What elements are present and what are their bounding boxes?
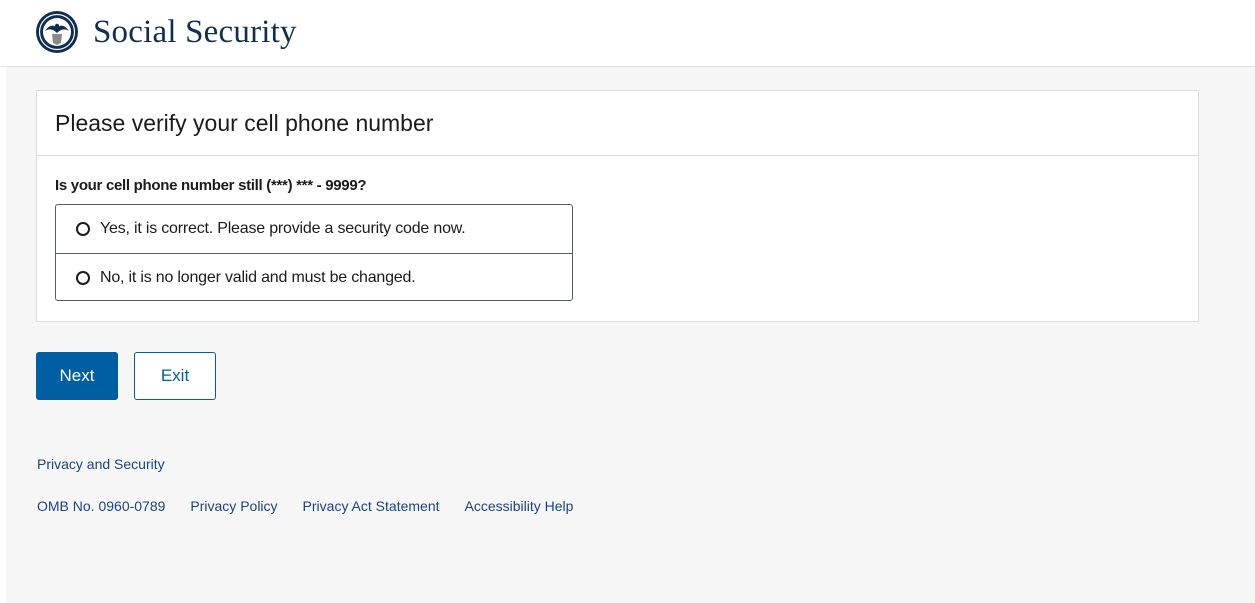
card-header: Please verify your cell phone number [37,91,1198,156]
privacy-policy-link[interactable]: Privacy Policy [190,498,277,514]
radio-yes[interactable] [76,222,90,236]
brand-name: Social Security [93,14,297,50]
option-no-change[interactable]: No, it is no longer valid and must be ch… [56,253,572,301]
omb-number: OMB No. 0960-0789 [37,498,166,514]
next-button[interactable]: Next [36,352,118,400]
logo[interactable]: Social Security [35,10,297,54]
option-no-label[interactable]: No, it is no longer valid and must be ch… [100,269,416,287]
footer-links: OMB No. 0960-0789 Privacy Policy Privacy… [37,498,573,514]
accessibility-help-link[interactable]: Accessibility Help [465,498,574,514]
privacy-act-statement-link[interactable]: Privacy Act Statement [303,498,440,514]
privacy-security-link[interactable]: Privacy and Security [37,456,165,472]
ssa-seal-icon [36,11,78,53]
option-yes-label[interactable]: Yes, it is correct. Please provide a sec… [100,220,466,238]
radio-no[interactable] [76,270,90,285]
verify-phone-card: Please verify your cell phone number Is … [36,90,1199,322]
main-content: Please verify your cell phone number Is … [6,67,1255,603]
card-title: Please verify your cell phone number [55,109,434,136]
site-header: Social Security [0,0,1255,67]
option-yes-correct[interactable]: Yes, it is correct. Please provide a sec… [56,205,572,253]
exit-button[interactable]: Exit [134,352,216,400]
phone-options-group: Yes, it is correct. Please provide a sec… [55,204,573,301]
phone-question: Is your cell phone number still (***) **… [55,177,367,194]
